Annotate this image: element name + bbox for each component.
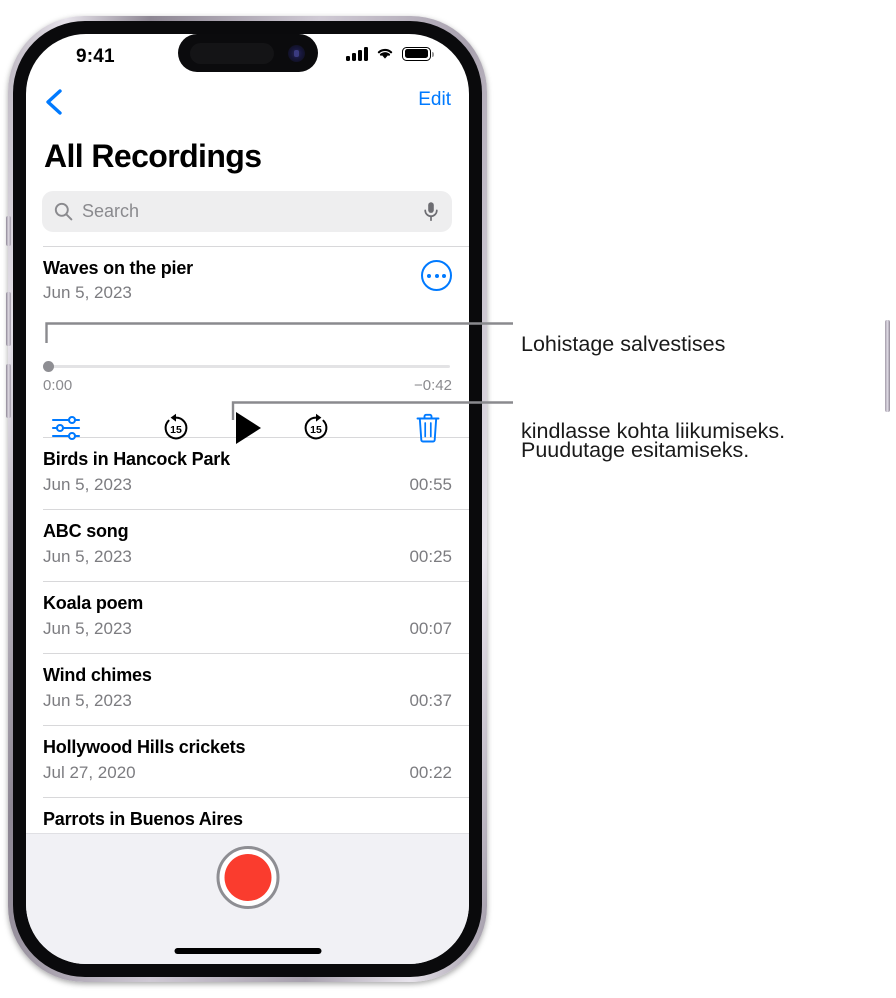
record-dot-icon — [224, 854, 271, 901]
dynamic-island — [178, 34, 318, 72]
svg-text:15: 15 — [310, 424, 322, 436]
volume-up-button[interactable] — [6, 292, 11, 346]
scrubber-track[interactable] — [46, 364, 450, 368]
recording-date: Jul 27, 2020 — [43, 763, 136, 782]
remaining-time: −0:42 — [414, 377, 452, 394]
battery-full-icon — [402, 46, 435, 61]
selected-recording-date: Jun 5, 2023 — [43, 283, 132, 302]
silence-switch-button[interactable] — [6, 216, 11, 246]
status-bar: 9:41 — [26, 34, 469, 80]
search-icon — [54, 202, 73, 221]
recording-duration: 00:37 — [409, 691, 452, 710]
selected-recording-title: Waves on the pier — [43, 258, 193, 278]
table-row[interactable]: Hollywood Hills crickets Jul 27, 2020 00… — [26, 726, 469, 797]
recording-date: Jun 5, 2023 — [43, 475, 132, 494]
cellular-bars-icon — [346, 46, 368, 61]
recording-date: Jun 5, 2023 — [43, 547, 132, 566]
back-button[interactable] — [34, 82, 76, 122]
recording-title: Birds in Hancock Park — [43, 449, 230, 469]
dynamic-island-pill — [190, 43, 274, 64]
recording-duration: 00:25 — [409, 547, 452, 566]
callout-play-text: Puudutage esitamiseks. — [521, 378, 749, 494]
status-bar-indicators — [346, 46, 435, 61]
recording-date: Jun 5, 2023 — [43, 619, 132, 638]
recording-title: Wind chimes — [43, 665, 152, 685]
home-indicator[interactable] — [174, 948, 321, 954]
selected-recording-row[interactable]: Waves on the pier Jun 5, 2023 0:00 −0:42 — [26, 247, 469, 444]
edit-button[interactable]: Edit — [418, 89, 451, 111]
recording-title: Parrots in Buenos Aires — [43, 809, 243, 829]
recordings-list: Waves on the pier Jun 5, 2023 0:00 −0:42 — [26, 246, 469, 851]
phone-screen: 9:41 Edit All Recordings Search Waves on… — [26, 34, 469, 964]
playback-scrubber[interactable] — [43, 361, 453, 372]
wifi-icon — [377, 48, 393, 59]
callout-scrubber-line1: Lohistage salvestises — [521, 332, 726, 356]
table-row[interactable]: Koala poem Jun 5, 2023 00:07 — [26, 582, 469, 653]
record-toolbar — [26, 833, 469, 964]
record-button[interactable] — [216, 846, 279, 909]
svg-text:15: 15 — [170, 424, 182, 436]
navigation-bar: Edit — [26, 80, 469, 122]
elapsed-time: 0:00 — [43, 377, 73, 394]
table-row[interactable]: Birds in Hancock Park Jun 5, 2023 00:55 — [26, 438, 469, 509]
recording-duration: 00:07 — [409, 619, 452, 638]
table-row[interactable]: ABC song Jun 5, 2023 00:25 — [26, 510, 469, 581]
ellipsis-dots — [423, 273, 450, 278]
recording-duration: 00:55 — [409, 475, 452, 494]
recording-title: Koala poem — [43, 593, 144, 613]
power-button[interactable] — [885, 320, 890, 412]
ellipsis-circle-icon[interactable] — [421, 260, 452, 291]
callout-play-line1: Puudutage esitamiseks. — [521, 438, 750, 462]
chevron-left-icon — [46, 89, 62, 115]
front-camera-icon — [288, 45, 305, 62]
recording-title: ABC song — [43, 521, 129, 541]
status-bar-time: 9:41 — [76, 46, 115, 67]
recording-date: Jun 5, 2023 — [43, 691, 132, 710]
table-row[interactable]: Wind chimes Jun 5, 2023 00:37 — [26, 654, 469, 725]
recording-title: Hollywood Hills crickets — [43, 737, 246, 757]
scrubber-handle[interactable] — [43, 361, 54, 372]
search-input-placeholder[interactable]: Search — [82, 191, 139, 232]
search-field[interactable]: Search — [42, 191, 452, 232]
volume-down-button[interactable] — [6, 364, 11, 418]
page-title: All Recordings — [44, 138, 262, 174]
microphone-icon[interactable] — [422, 201, 440, 222]
recording-duration: 00:22 — [409, 763, 452, 782]
